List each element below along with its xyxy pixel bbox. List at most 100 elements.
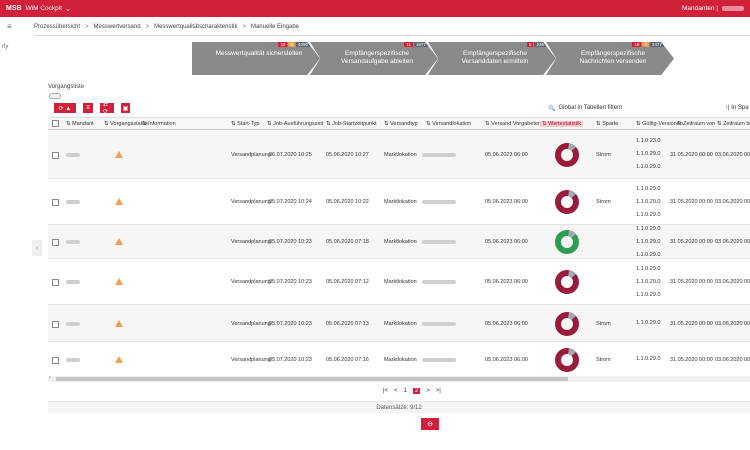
zeitraum-von-cell: 31.05.2020 00:00 [670,199,713,205]
zeitraum-bis-cell: 03.06.2020 00:00 [715,279,750,285]
zeitraum-bis-cell: 03.06.2020 00:00 [715,199,750,205]
col-zeitraum-bis-header[interactable]: ⇅ Zeitraum bis [717,121,750,127]
process-step[interactable]: Empfängerspezifische Versanddaten ermitt… [428,42,556,75]
redacted-text [422,200,456,204]
export-button[interactable]: ⇄ ⟳ [100,102,114,115]
col-zeitraum-von-header[interactable]: ⇅ Zeitraum von [677,121,715,127]
vorgabe-cell: 05.06.2023 06:00 [485,199,528,205]
warning-icon[interactable] [115,150,123,158]
versandtyp-cell: Marktlokation [384,199,417,205]
table-row[interactable]: Versandplanung 05.07.2020 10:24 05.06.2020… [48,179,750,225]
breadcrumb-item[interactable]: Manuelle Eingabe [251,24,299,30]
col-sparte-header[interactable]: ⇅ Sparte [596,121,618,127]
row-checkbox[interactable] [52,239,59,246]
mandant-redacted [66,321,80,328]
col-job-exec-header[interactable]: ⇅ Job-Ausführungszeit [267,121,323,127]
pager-item[interactable]: < [394,388,398,394]
breadcrumb-item[interactable]: Messwertversand [94,24,141,30]
row-checkbox[interactable] [52,199,59,206]
refresh-button[interactable]: ⟳ ▲ [54,103,76,113]
version-item: 1.1.0.29.0 [636,278,661,285]
pager-item[interactable]: 1 [404,388,407,394]
versions-list: 1.1.0.29.0 [636,353,660,366]
process-step[interactable]: Empfängerspezifische Nachrichten versend… [546,42,674,75]
top-bar: MSB WiM Cockpit ⌄ Mandanten | [0,0,750,17]
select-all-checkbox[interactable] [52,120,59,127]
list-toggle[interactable] [49,93,61,99]
warning-icon[interactable] [115,278,123,285]
app-title[interactable]: WiM Cockpit [26,5,62,12]
collapse-button[interactable]: ⊖ [421,418,439,430]
table-row[interactable]: Versandplanung 06.07.2020 10:25 05.06.2020… [48,130,750,179]
value-statistic-chart[interactable] [554,189,580,215]
sidebar-collapse-handle[interactable]: ‹ [32,240,42,256]
col-lokation-header[interactable]: ⇅ Versandlokation [426,121,471,127]
redacted-text [422,280,456,284]
scrollbar-thumb[interactable] [56,377,568,381]
vorgabe-cell: 05.06.2023 06:00 [485,151,528,158]
table-header: ⇅ Mandant ⇅ Vorgangsstatus ⇅ Information ⇅ … [48,118,750,130]
process-step[interactable]: Messwertqualität sicherstellen 18 0 4290 [192,42,320,75]
col-wertestatistik-header[interactable]: ⇅ Wertestatistik [540,121,584,127]
row-checkbox[interactable] [52,320,59,328]
divider [34,35,750,36]
version-item: 1.1.0.29.0 [636,265,661,272]
start-typ-cell: Versandplanung [231,151,271,158]
value-statistic-chart[interactable] [554,229,580,255]
table-row[interactable]: Versandplanung 05.07.2020 10:23 05.06.2020… [48,342,750,376]
column-search[interactable]: ↑| In Spa [725,105,749,111]
breadcrumb-item[interactable]: Messwertqualitätscharakteristik [154,24,237,30]
table-row[interactable]: Versandplanung 05.07.2020 10:23 05.06.2020… [48,305,750,342]
col-start-typ-header[interactable]: ⇅ Start-Typ [231,121,259,127]
version-item: 1.1.0.29.0 [636,238,661,245]
chevron-down-icon[interactable]: ⌄ [65,5,71,13]
version-item: 1.1.0.29.0 [636,185,661,192]
value-statistic-chart[interactable] [554,269,580,295]
warning-icon[interactable] [115,319,123,327]
pager-item[interactable]: > [426,388,430,394]
horizontal-scrollbar[interactable]: ‹ [48,375,750,382]
col-versandtyp-header[interactable]: ⇅ Versandtyp [384,121,418,127]
process-table: ⇅ Mandant ⇅ Vorgangsstatus ⇅ Information ⇅ … [48,117,750,376]
col-mandant-header[interactable]: ⇅ Mandant [66,121,94,127]
menu-icon[interactable]: ≡ [7,22,12,31]
row-checkbox[interactable] [52,356,59,364]
pager-item[interactable]: |< [383,388,388,394]
warning-icon[interactable] [115,355,123,363]
delete-button[interactable]: ▣ [121,103,130,113]
process-step-label: Empfängerspezifische Versandaufgabe able… [341,50,413,65]
process-step[interactable]: Empfängerspezifische Versandaufgabe able… [310,42,438,75]
redacted-text [422,321,456,326]
pager-item[interactable]: >| [436,388,441,394]
warning-icon[interactable] [115,198,123,205]
col-job-start-header[interactable]: ⇅ Job-Startzeitpunkt [326,121,376,127]
warning-icon[interactable] [115,238,123,245]
value-statistic-chart[interactable] [554,347,580,373]
zeitraum-von-cell: 31.05.2020 00:00 [670,239,713,245]
col-versionen-header[interactable]: ⇅ Gültig-Versionen [636,121,683,127]
zeitraum-bis-cell: 03.06.2020 00:00 [715,356,750,363]
row-checkbox[interactable] [52,151,59,159]
lokation-redacted [422,280,456,286]
vorgabe-cell: 05.06.2023 06:00 [485,320,528,327]
breadcrumb-item[interactable]: Prozessübersicht [34,24,80,30]
scroll-left-icon[interactable]: ‹ [49,375,51,381]
col-information-header[interactable]: ⇅ Information [142,121,176,127]
zeitraum-bis-cell: 03.06.2020 00:00 [715,239,750,245]
user-menu[interactable]: Mandanten | [682,5,744,12]
column-label: Job-Ausführungszeit [273,121,324,127]
count-badge: 2477 [649,42,664,47]
pager-item[interactable]: 2 [412,388,421,394]
versions-list: 1.1.0.29.0 1.1.0.29.0 1.1.0.29.0 [636,263,660,302]
column-label: Job-Startzeitpunkt [332,121,377,127]
global-search[interactable]: 🔍 Global in Tabellen filtern [548,105,622,112]
value-statistic-chart[interactable] [554,142,580,168]
value-statistic-chart[interactable] [554,311,580,337]
redacted-text [66,152,80,157]
filter-button[interactable]: ≡ [83,103,93,113]
side-nav-label[interactable]: rly [2,44,8,50]
row-checkbox[interactable] [52,279,59,286]
table-row[interactable]: Versandplanung 05.07.2020 10:23 05.06.2020… [48,259,750,305]
table-row[interactable]: Versandplanung 05.07.2020 10:23 05.06.2020… [48,225,750,259]
job-start-cell: 05.06.2020 10:27 [326,151,369,158]
